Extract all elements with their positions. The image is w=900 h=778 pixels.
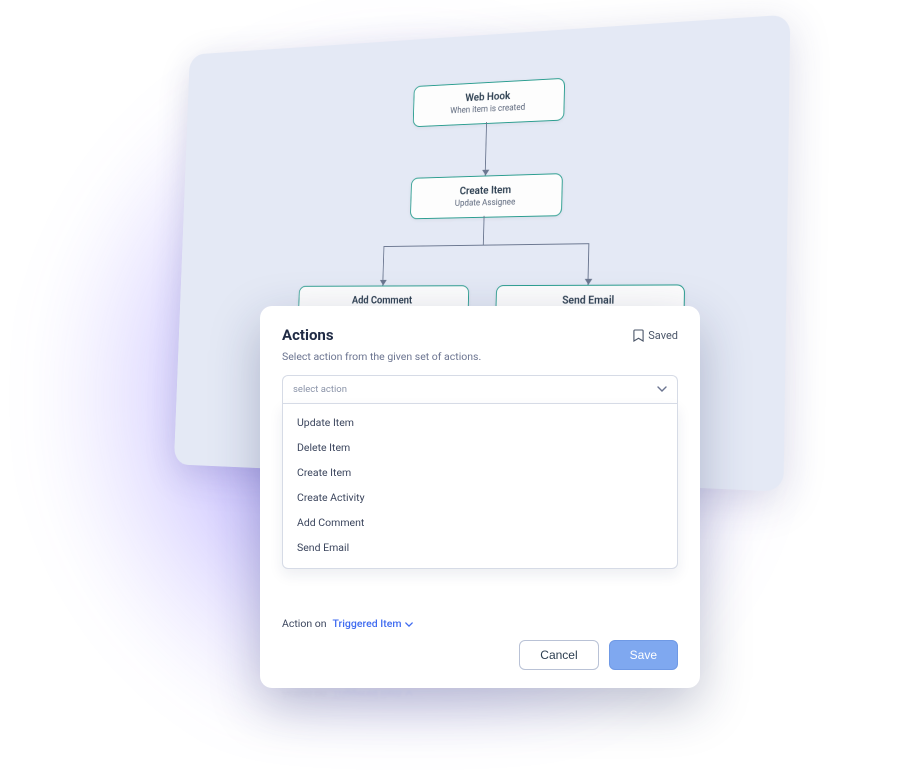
modal-subtext: Select action from the given set of acti… (282, 350, 678, 363)
connector (485, 122, 487, 176)
connector (383, 243, 589, 247)
action-on-select[interactable]: Triggered Item (333, 617, 414, 630)
cancel-button[interactable]: Cancel (519, 640, 598, 670)
node-title: Create Item (417, 182, 557, 199)
saved-label: Saved (648, 329, 678, 342)
bookmark-icon (633, 329, 644, 342)
option-create-activity[interactable]: Create Activity (289, 485, 671, 510)
modal-title: Actions (282, 326, 334, 344)
node-title: Add Comment (304, 294, 463, 307)
saved-status: Saved (633, 329, 678, 342)
action-on-value: Triggered Item (333, 617, 402, 630)
action-on-value-reflect: Triggered Item (333, 688, 402, 701)
node-title: Send Email (502, 294, 678, 307)
flow-node-create-item[interactable]: Create Item Update Assignee (410, 173, 563, 219)
option-send-email[interactable]: Send Email (289, 535, 671, 560)
flow-node-webhook[interactable]: Web Hook When item is created (413, 78, 565, 127)
action-on-select-reflect: Triggered Item (333, 688, 414, 701)
option-delete-item[interactable]: Delete Item (289, 435, 671, 460)
chevron-down-icon (405, 688, 413, 701)
action-on-label-reflect: Action on (282, 688, 327, 701)
action-select[interactable]: select action (282, 375, 678, 403)
action-on-label: Action on (282, 617, 327, 630)
option-create-item[interactable]: Create Item (289, 460, 671, 485)
option-update-item[interactable]: Update Item (289, 410, 671, 435)
select-placeholder: select action (293, 384, 347, 395)
save-button[interactable]: Save (609, 640, 678, 670)
action-select-list: Update Item Delete Item Create Item Crea… (282, 403, 678, 569)
actions-modal: Actions Saved Select action from the giv… (260, 306, 700, 688)
chevron-down-icon (657, 384, 667, 395)
node-subtitle: Update Assignee (416, 197, 556, 211)
chevron-down-icon (405, 617, 413, 630)
connector (483, 216, 485, 245)
option-add-comment[interactable]: Add Comment (289, 510, 671, 535)
